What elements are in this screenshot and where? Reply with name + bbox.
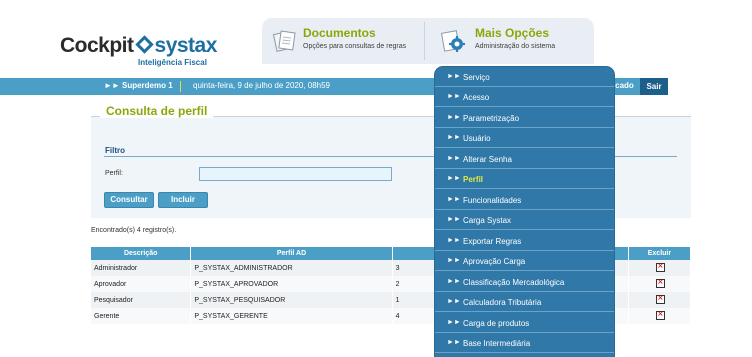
- mais-opcoes-dropdown: ►► Serviço ►► Acesso ►► Parametrização ►► Us…: [435, 67, 614, 357]
- double-arrow-icon: ►►: [447, 237, 461, 244]
- col-excluir: Excluir: [628, 247, 692, 260]
- col-perfil-ad[interactable]: Perfil AD: [190, 247, 393, 260]
- col-descricao[interactable]: Descrição: [91, 247, 192, 260]
- double-arrow-icon: ►►: [447, 216, 461, 223]
- cell-perfil-ad: P_SYSTAX_APROVADOR: [190, 276, 393, 292]
- tab-mais-opcoes-title: Mais Opções: [475, 26, 550, 40]
- current-date: quinta-feira, 9 de julho de 2020, 08h59: [193, 81, 330, 90]
- double-arrow-icon: ►►: [447, 175, 461, 182]
- consultar-button[interactable]: Consultar: [104, 192, 154, 208]
- menu-item-usuario[interactable]: ►► Usuário: [435, 128, 614, 148]
- cell-perfil-ad: P_SYSTAX_PESQUISADOR: [190, 292, 393, 308]
- cell-descricao[interactable]: Pesquisador: [91, 292, 192, 308]
- tab-documentos-title: Documentos: [303, 26, 376, 40]
- menu-item-carga-systax[interactable]: ►► Carga Systax: [435, 210, 614, 230]
- cell-descricao[interactable]: Gerente: [91, 308, 192, 324]
- menu-item-carga-de-produtos[interactable]: ►► Carga de produtos: [435, 313, 614, 333]
- settings-gear-icon[interactable]: [440, 28, 465, 52]
- double-arrow-icon: ►►: [447, 339, 461, 346]
- double-arrow-icon: ►►: [447, 298, 461, 305]
- tab-mais-opcoes[interactable]: Mais Opções Administração do sistema: [475, 26, 555, 50]
- bar-arrow-icon: ►►: [104, 81, 120, 90]
- delete-icon[interactable]: [656, 277, 666, 288]
- cell-descricao[interactable]: Administrador: [91, 260, 192, 276]
- delete-cell: [628, 260, 692, 276]
- logo-diamond-icon: [134, 35, 154, 54]
- menu-item-calculadora-tributaria[interactable]: ►► Calculadora Tributária: [435, 292, 614, 312]
- mercado-link[interactable]: rcado: [612, 81, 634, 90]
- menu-item-parametrizacao[interactable]: ►► Parametrização: [435, 108, 614, 128]
- double-arrow-icon: ►►: [447, 196, 461, 203]
- logo[interactable]: Cockpit systax Inteligência Fiscal: [60, 34, 217, 67]
- menu-item-classificacao-mercadologica[interactable]: ►► Classificação Mercadológica: [435, 272, 614, 292]
- logo-subtitle: Inteligência Fiscal: [138, 58, 207, 67]
- delete-cell: [628, 292, 692, 308]
- menu-item-base-intermediaria[interactable]: ►► Base Intermediária: [435, 333, 614, 353]
- delete-icon[interactable]: [656, 293, 666, 304]
- page-title: Consulta de perfil: [100, 104, 214, 118]
- menu-item-funcionalidades[interactable]: ►► Funcionalidades: [435, 190, 614, 210]
- cell-perfil-ad: P_SYSTAX_GERENTE: [190, 308, 393, 324]
- logo-text: Cockpit systax: [60, 34, 217, 57]
- cell-perfil-ad: P_SYSTAX_ADMINISTRADOR: [190, 260, 393, 276]
- delete-cell: [628, 276, 692, 292]
- perfil-label: Perfil:: [105, 170, 123, 177]
- tab-documentos-desc: Opções para consultas de regras: [303, 43, 407, 50]
- double-arrow-icon: ►►: [447, 278, 461, 285]
- filter-heading: Filtro: [105, 146, 125, 155]
- double-arrow-icon: ►►: [447, 319, 461, 326]
- double-arrow-icon: ►►: [447, 134, 461, 141]
- perfil-input[interactable]: [199, 167, 392, 181]
- cell-descricao[interactable]: Aprovador: [91, 276, 192, 292]
- bar-divider: [180, 81, 181, 92]
- double-arrow-icon: ►►: [447, 257, 461, 264]
- documents-icon[interactable]: [272, 28, 296, 52]
- tab-mais-opcoes-desc: Administração do sistema: [475, 43, 556, 50]
- menu-item-perfil[interactable]: ►► Perfil: [435, 169, 614, 189]
- tab-documentos[interactable]: Documentos Opções para consultas de regr…: [303, 26, 406, 50]
- records-found: Encontrado(s) 4 registro(s).: [91, 227, 177, 234]
- menu-item-alterar-senha[interactable]: ►► Alterar Senha: [435, 149, 614, 169]
- double-arrow-icon: ►►: [447, 114, 461, 121]
- double-arrow-icon: ►►: [447, 73, 461, 80]
- header: Cockpit systax Inteligência Fiscal Docume…: [0, 0, 752, 78]
- double-arrow-icon: ►►: [447, 93, 461, 100]
- incluir-button[interactable]: Incluir: [158, 192, 208, 208]
- logout-button[interactable]: Sair: [640, 78, 668, 95]
- double-arrow-icon: ►►: [447, 155, 461, 162]
- menu-item-acesso[interactable]: ►► Acesso: [435, 87, 614, 107]
- tabs-divider: [424, 22, 425, 60]
- menu-item-exportar-regras[interactable]: ►► Exportar Regras: [435, 231, 614, 251]
- delete-icon[interactable]: [656, 261, 666, 272]
- user-name: Superdemo 1: [122, 81, 173, 90]
- menu-item-aprovacao-carga[interactable]: ►► Aprovação Carga: [435, 251, 614, 271]
- delete-cell: [628, 308, 692, 324]
- menu-item-servico[interactable]: ►► Serviço: [435, 67, 614, 87]
- delete-icon[interactable]: [656, 309, 666, 320]
